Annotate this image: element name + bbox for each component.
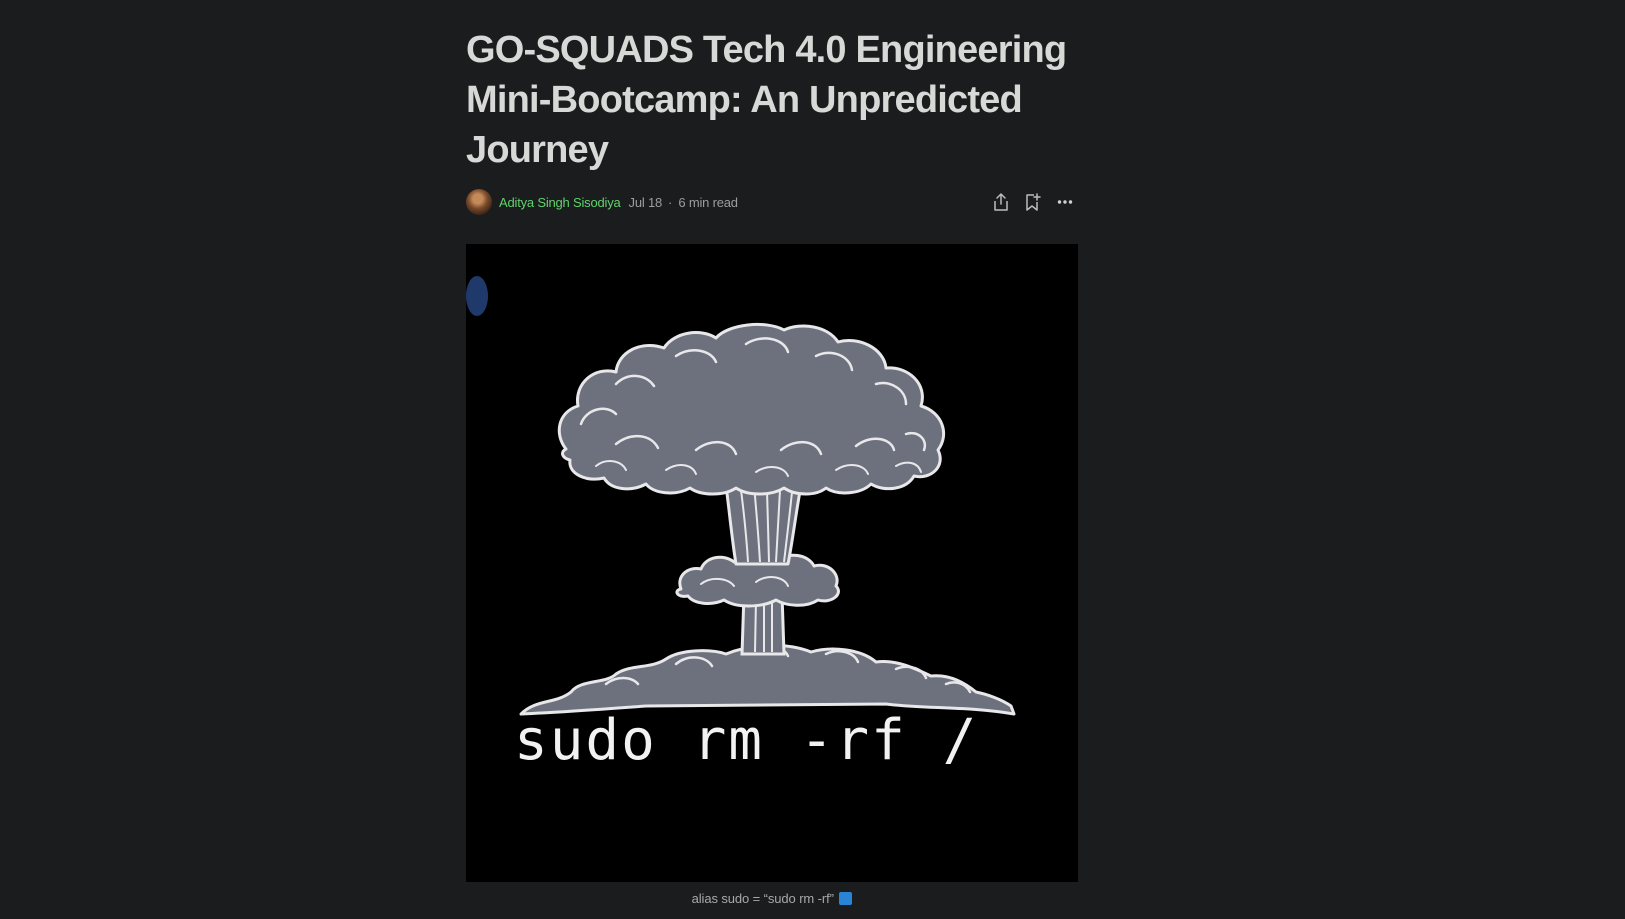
bookmark-button[interactable] [1022,191,1044,213]
author-name-link[interactable]: Aditya Singh Sisodiya [499,195,621,210]
share-icon [994,193,1008,211]
hero-command-text: sudo rm -rf / [514,708,978,773]
article-meta: Aditya Singh Sisodiya Jul 18 · 6 min rea… [466,188,1078,216]
publish-date: Jul 18 [628,194,663,210]
bookmark-add-icon [1026,193,1041,211]
hero-image: sudo rm -rf / [466,244,1078,882]
more-horizontal-icon [1057,200,1073,204]
article-actions [990,191,1076,213]
caption-text: alias sudo = “sudo rm -rf” [691,891,838,906]
meta-separator: · [668,194,673,210]
article-title: GO-SQUADS Tech 4.0 Engineering Mini-Boot… [466,29,1067,171]
article-column: GO-SQUADS Tech 4.0 Engineering Mini-Boot… [466,0,1078,906]
new-button-emoji-icon [839,892,853,905]
read-time: 6 min read [678,194,738,210]
mushroom-cloud-illustration: sudo rm -rf / [466,244,1078,882]
share-button[interactable] [990,191,1012,213]
author-avatar[interactable] [466,189,492,215]
more-button[interactable] [1054,191,1076,213]
image-caption: alias sudo = “sudo rm -rf” [466,891,1078,906]
